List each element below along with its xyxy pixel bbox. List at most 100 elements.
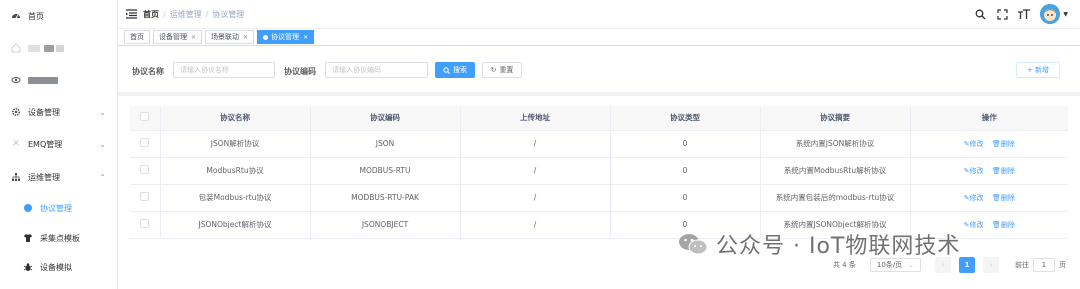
sidebar-item-ops-management[interactable]: 运维管理 ⌃ [0,165,118,189]
tag-label: 首页 [130,33,144,41]
button-label: 删除 [1000,220,1015,229]
cell-actions: ✎修改 🗑删除 [910,130,1068,158]
page-size-value: 10条/页 [876,261,903,269]
protocol-code-label: 协议编码 [284,67,316,76]
sidebar-item-redacted-1[interactable] [0,36,118,60]
row-checkbox[interactable] [140,138,150,147]
edit-button[interactable]: ✎修改 [964,140,984,148]
search-icon [443,66,450,74]
redacted-text [28,76,58,84]
sidebar-item-label: 首页 [28,11,44,21]
row-checkbox[interactable] [140,165,150,174]
cell-name: JSON解析协议 [160,130,311,158]
protocol-code-input[interactable]: 请输入协议编码 [325,62,428,78]
close-icon[interactable]: ✕ [243,34,248,41]
tag-device-management[interactable]: 设备管理 ✕ [153,30,203,44]
breadcrumb-item-ops: 运维管理 [169,9,202,19]
active-dot-icon [263,34,269,40]
sidebar-item-label: 采集点模板 [40,233,80,243]
font-size-icon[interactable] [1016,6,1032,22]
sidebar-item-device-management[interactable]: 设备管理 ⌄ [0,100,118,124]
cell-desc: 系统内置JSON解析协议 [760,130,911,158]
tag-home[interactable]: 首页 [124,30,150,44]
table-row: JSON解析协议 JSON / 0 系统内置JSON解析协议 ✎修改 🗑删除 [130,130,1068,158]
cell-code: MODBUS-RTU [310,157,461,185]
sidebar-item-collection-template[interactable]: 采集点模板 [0,226,118,250]
cell-code: JSON [310,130,461,158]
tag-label: 场景联动 [211,33,240,41]
protocol-name-label: 协议名称 [132,67,164,76]
dot-icon [22,202,34,214]
trash-icon: 🗑 [991,193,1001,202]
dashboard-icon [10,10,22,22]
tag-scene-linkage[interactable]: 场景联动 ✕ [205,30,255,44]
trash-icon: 🗑 [991,220,1001,229]
sidebar-item-label: 设备模拟 [40,262,72,272]
cell-code: JSONOBJECT [310,211,461,239]
select-all-checkbox[interactable] [140,112,150,122]
sidebar-item-protocol-management[interactable]: 协议管理 [0,196,118,220]
caret-down-icon[interactable]: ▼ [1063,11,1068,18]
fullscreen-icon[interactable] [994,6,1010,22]
close-icon[interactable]: ✕ [303,34,308,41]
protocol-table: 协议名称 协议编码 上传地址 协议类型 协议摘要 操作 JSON解析协议 JSO… [130,106,1068,239]
breadcrumb-item-home[interactable]: 首页 [143,9,159,20]
sidebar-item-redacted-2[interactable] [0,68,118,92]
cell-desc: 系统内置包装后的modbus-rtu协议 [760,184,911,212]
sidebar-item-home[interactable]: 首页 [0,4,118,28]
cell-url: / [460,211,611,239]
delete-button[interactable]: 🗑删除 [992,140,1015,148]
breadcrumb-separator: / [163,9,166,19]
top-navbar: 首页 / 运维管理 / 协议管理 ▼ [118,0,1080,28]
next-page-button[interactable]: › [983,257,999,273]
button-label: 删除 [1000,166,1015,175]
cell-type: 0 [610,157,761,185]
close-icon[interactable]: ✕ [191,34,196,41]
sidebar-item-emq-management[interactable]: ✕ EMQ管理 ⌄ [0,132,118,156]
cross-icon: ✕ [12,139,20,149]
page-size-select[interactable]: 10条/页 ⌄ [869,258,921,272]
placeholder: 请输入协议编码 [332,66,381,74]
sidebar: 首页 设备管理 ⌄ ✕ EMQ管理 ⌄ 运维管理 ⌃ 协议管理 采集点模板 设备… [0,0,118,289]
search-button[interactable]: 搜索 [435,62,475,78]
row-select-cell [130,157,161,185]
cell-name: JSONObject解析协议 [160,211,311,239]
page-jumper: 前往 1 页 [1015,258,1066,272]
trash-icon: 🗑 [991,139,1001,148]
cell-name: ModbusRtu协议 [160,157,311,185]
cell-type: 0 [610,130,761,158]
row-select-cell [130,184,161,212]
button-label: 修改 [969,220,984,229]
goto-page-input[interactable]: 1 [1033,258,1055,272]
column-header-type: 协议类型 [610,106,761,131]
row-checkbox[interactable] [140,219,150,228]
delete-button[interactable]: 🗑删除 [992,167,1015,175]
sidebar-item-label: EMQ管理 [28,139,63,149]
edit-button[interactable]: ✎修改 [964,194,984,202]
page-number-button[interactable]: 1 [959,257,975,273]
cell-type: 0 [610,184,761,212]
protocol-name-input[interactable]: 请输入协议名称 [173,62,275,78]
search-icon[interactable] [972,6,988,22]
pagination-total: 共 4 条 [832,261,856,269]
row-checkbox[interactable] [140,192,150,201]
button-label: 修改 [969,139,984,148]
reset-button[interactable]: ↻ 重置 [482,62,522,78]
search-form: 协议名称 请输入协议名称 协议编码 请输入协议编码 搜索 ↻ 重置 + 新增 [118,46,1080,92]
cell-actions: ✎修改 🗑删除 [910,184,1068,212]
edit-button[interactable]: ✎修改 [964,221,984,229]
delete-button[interactable]: 🗑删除 [992,194,1015,202]
wechat-logo-icon [679,234,708,255]
delete-button[interactable]: 🗑删除 [992,221,1015,229]
sidebar-item-device-simulation[interactable]: 设备模拟 [0,255,118,279]
avatar[interactable] [1040,4,1061,24]
goto-label: 前往 [1015,261,1029,269]
tag-protocol-management[interactable]: 协议管理 ✕ [257,30,315,44]
add-button[interactable]: + 新增 [1016,62,1060,78]
hamburger-icon[interactable] [126,9,137,19]
button-label: 删除 [1000,193,1015,202]
edit-button[interactable]: ✎修改 [964,167,984,175]
page-suffix: 页 [1059,261,1066,269]
redacted-text [44,44,54,52]
table-header-row: 协议名称 协议编码 上传地址 协议类型 协议摘要 操作 [130,106,1068,131]
